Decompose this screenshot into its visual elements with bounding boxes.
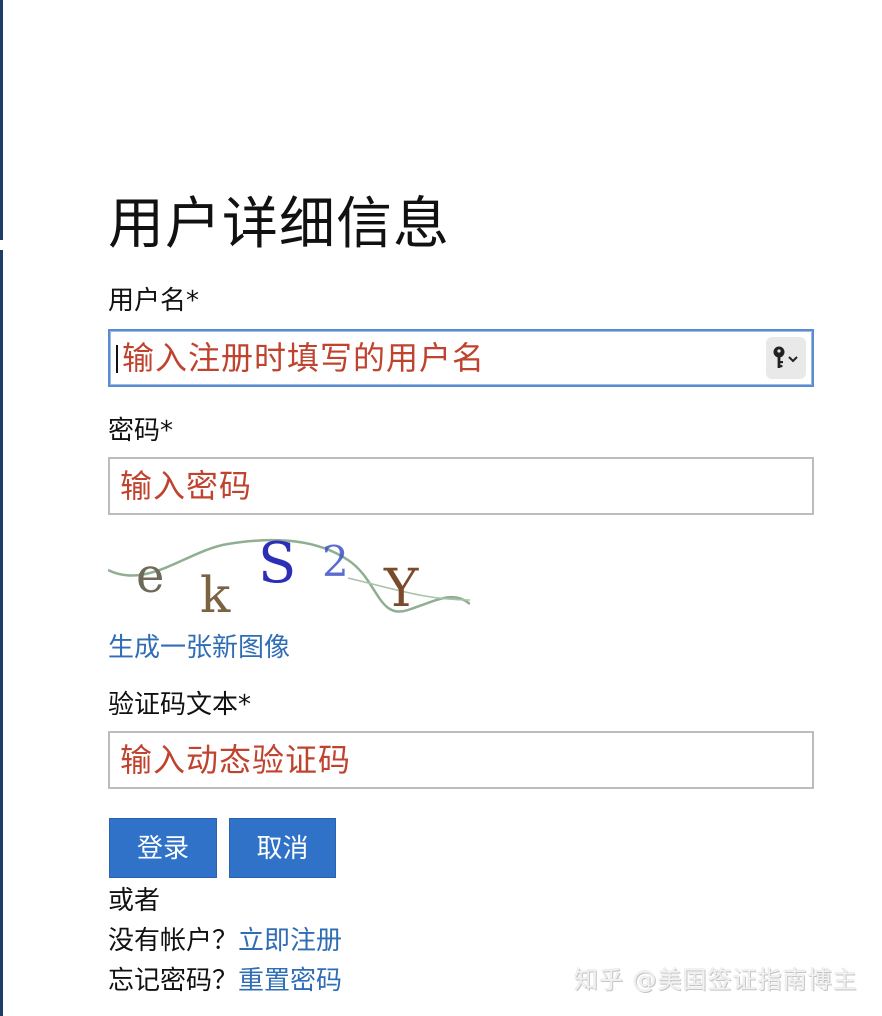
page-title: 用户详细信息 bbox=[108, 192, 450, 257]
reset-prompt: 忘记密码？ bbox=[108, 966, 239, 996]
text-caret bbox=[116, 345, 118, 373]
password-label: 密码* bbox=[108, 416, 174, 446]
register-prompt: 没有帐户？ bbox=[108, 926, 239, 956]
login-button[interactable]: 登录 bbox=[109, 818, 217, 878]
captcha-char: 2 bbox=[322, 537, 349, 586]
captcha-image: e k S 2 Y bbox=[107, 530, 471, 624]
window-edge-lower bbox=[0, 250, 3, 1016]
window-edge bbox=[0, 0, 3, 240]
register-link[interactable]: 立即注册 bbox=[238, 926, 342, 956]
login-page: 用户详细信息 用户名* 输入注册时填写的用户名 密码* 输入密码 e k S 2… bbox=[0, 0, 882, 1016]
key-icon bbox=[773, 346, 798, 368]
captcha-placeholder: 输入动态验证码 bbox=[120, 741, 352, 779]
username-label: 用户名* bbox=[108, 286, 200, 316]
or-text: 或者 bbox=[108, 886, 161, 916]
captcha-char: e bbox=[136, 548, 164, 604]
chevron-down-icon bbox=[788, 356, 798, 363]
captcha-char: S bbox=[258, 531, 296, 596]
cancel-button[interactable]: 取消 bbox=[229, 818, 336, 878]
captcha-char: Y bbox=[383, 559, 419, 619]
password-field[interactable]: 输入密码 bbox=[108, 457, 814, 515]
new-captcha-link[interactable]: 生成一张新图像 bbox=[108, 631, 290, 665]
captcha-label: 验证码文本* bbox=[108, 690, 252, 720]
captcha-char: k bbox=[200, 566, 231, 622]
reset-row: 忘记密码？重置密码 bbox=[108, 964, 342, 998]
captcha-field[interactable]: 输入动态验证码 bbox=[108, 731, 814, 789]
register-row: 没有帐户？立即注册 bbox=[108, 924, 342, 958]
password-manager-button[interactable] bbox=[766, 337, 806, 379]
username-field[interactable]: 输入注册时填写的用户名 bbox=[108, 329, 814, 387]
password-placeholder: 输入密码 bbox=[120, 467, 253, 505]
reset-password-link[interactable]: 重置密码 bbox=[238, 966, 342, 996]
watermark: 知乎 @美国签证指南博主 bbox=[574, 966, 858, 994]
username-placeholder: 输入注册时填写的用户名 bbox=[122, 339, 486, 377]
